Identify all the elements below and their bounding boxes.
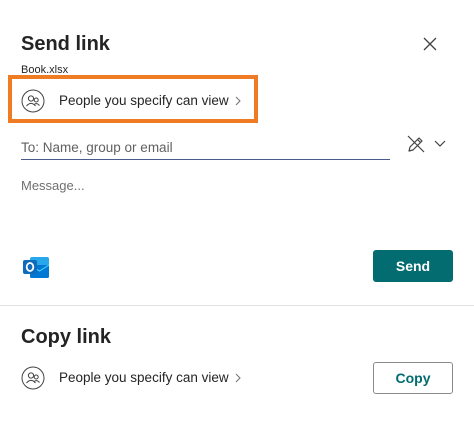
copy-link-permission-label: People you specify can view [59,370,229,385]
send-link-permission-selector[interactable]: People you specify can view [21,89,241,113]
people-icon [21,366,45,390]
pen-icon [407,135,425,153]
section-divider [0,305,474,306]
message-input[interactable] [21,178,441,228]
chevron-right-icon [235,96,241,106]
copy-link-title: Copy link [21,326,112,348]
outlook-button[interactable] [21,252,51,282]
people-icon [21,89,45,113]
chevron-right-icon [235,373,241,383]
to-recipients-input[interactable] [21,135,390,160]
chevron-down-icon [434,140,446,147]
send-button[interactable]: Send [373,250,453,282]
recipient-permission-button[interactable] [406,134,446,154]
copy-button[interactable]: Copy [373,362,453,394]
close-icon [423,37,437,51]
send-link-title: Send link [21,33,110,55]
close-button[interactable] [418,32,442,56]
outlook-icon [23,257,50,278]
send-link-permission-label: People you specify can view [59,93,229,108]
copy-link-permission-selector[interactable]: People you specify can view [21,366,241,390]
share-dialog: Send link Book.xlsx People you specify c… [0,0,474,424]
